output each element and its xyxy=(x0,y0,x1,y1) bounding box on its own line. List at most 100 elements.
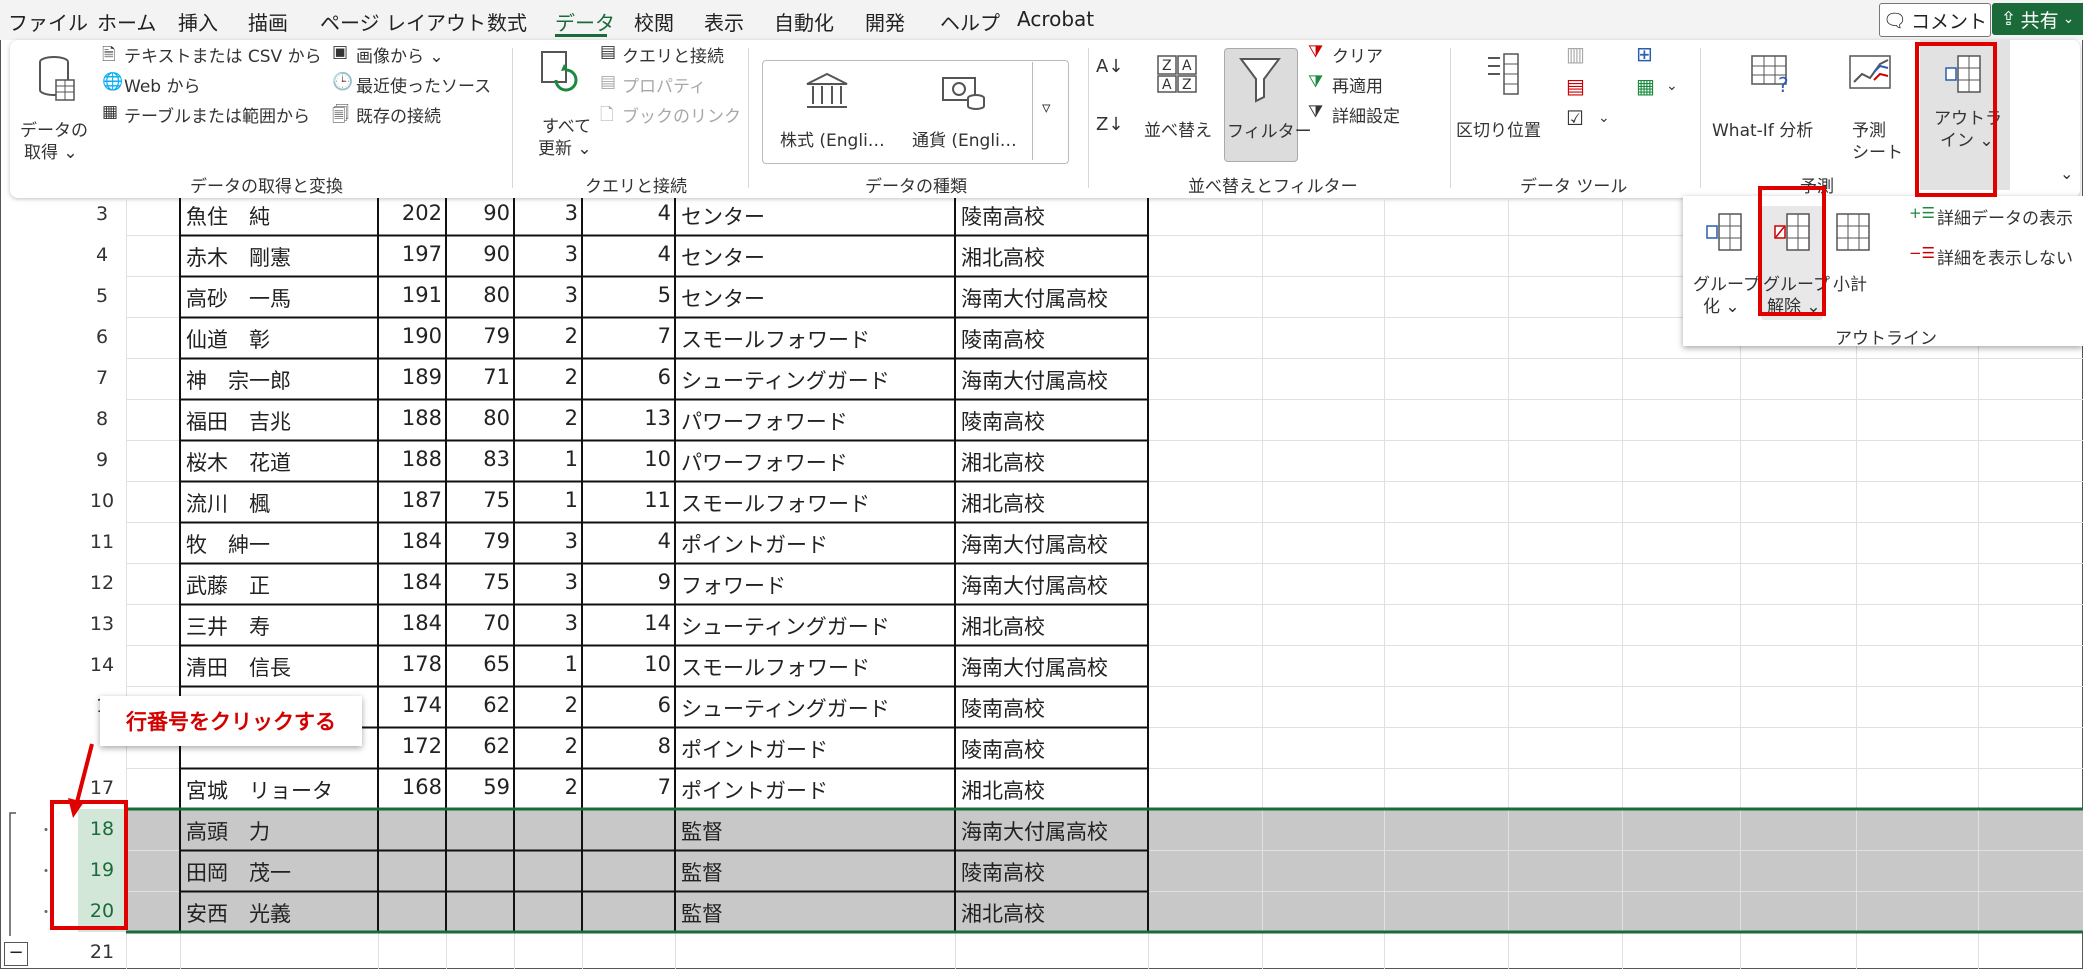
row-header[interactable]: 10 xyxy=(78,490,126,512)
cell-school[interactable]: 海南大付属高校 xyxy=(955,652,1148,682)
cell-g[interactable]: 2 xyxy=(514,775,582,805)
cell-n[interactable]: 11 xyxy=(582,488,675,518)
cell-w[interactable]: 71 xyxy=(446,365,514,395)
cell-name[interactable]: 神 宗一郎 xyxy=(180,365,378,395)
cell-pos[interactable]: フォワード xyxy=(675,570,955,600)
cell-w[interactable]: 79 xyxy=(446,529,514,559)
cell-w[interactable]: 80 xyxy=(446,283,514,313)
cell-school[interactable]: 湘北高校 xyxy=(955,488,1148,518)
menu-11[interactable]: ヘルプ xyxy=(940,7,1000,36)
row-header[interactable]: 13 xyxy=(78,613,126,635)
row-header[interactable]: 5 xyxy=(78,285,126,307)
cell-school[interactable]: 海南大付属高校 xyxy=(955,816,1148,846)
cell-w[interactable] xyxy=(446,857,514,887)
cell-n[interactable]: 6 xyxy=(582,365,675,395)
cell-g[interactable] xyxy=(514,857,582,887)
cell-n[interactable]: 14 xyxy=(582,611,675,641)
cell-w[interactable] xyxy=(446,939,514,969)
cell-g[interactable]: 3 xyxy=(514,201,582,231)
cell-g[interactable]: 1 xyxy=(514,652,582,682)
cell-name[interactable]: 流川 楓 xyxy=(180,488,378,518)
cell-name[interactable]: 赤木 剛憲 xyxy=(180,242,378,272)
row-header[interactable]: 9 xyxy=(78,449,126,471)
cell-pos[interactable]: センター xyxy=(675,242,955,272)
cell-h[interactable]: 178 xyxy=(378,652,446,682)
cell-n[interactable] xyxy=(582,857,675,887)
cell-g[interactable]: 3 xyxy=(514,283,582,313)
row-header[interactable]: 3 xyxy=(78,203,126,225)
cell-n[interactable]: 9 xyxy=(582,570,675,600)
cell-w[interactable]: 83 xyxy=(446,447,514,477)
cell-pos[interactable]: スモールフォワード xyxy=(675,652,955,682)
cell-n[interactable]: 7 xyxy=(582,324,675,354)
menu-3[interactable]: 描画 xyxy=(248,7,288,36)
cell-h[interactable]: 190 xyxy=(378,324,446,354)
row-header[interactable]: 12 xyxy=(78,572,126,594)
cell-g[interactable]: 3 xyxy=(514,242,582,272)
cell-w[interactable]: 70 xyxy=(446,611,514,641)
cell-n[interactable] xyxy=(582,898,675,928)
menu-9[interactable]: 自動化 xyxy=(774,7,834,36)
cell-name[interactable]: 宮城 リョータ xyxy=(180,775,378,805)
cell-g[interactable]: 3 xyxy=(514,570,582,600)
cell-n[interactable]: 6 xyxy=(582,693,675,723)
cell-name[interactable]: 高砂 一馬 xyxy=(180,283,378,313)
cell-h[interactable]: 184 xyxy=(378,570,446,600)
row-header[interactable]: 6 xyxy=(78,326,126,348)
cell-school[interactable]: 湘北高校 xyxy=(955,447,1148,477)
cell-h[interactable]: 191 xyxy=(378,283,446,313)
menu-12[interactable]: Acrobat xyxy=(1017,7,1094,31)
cell-h[interactable]: 168 xyxy=(378,775,446,805)
cell-w[interactable]: 75 xyxy=(446,488,514,518)
menu-2[interactable]: 挿入 xyxy=(178,7,218,36)
cell-name[interactable]: 高頭 力 xyxy=(180,816,378,846)
cell-pos[interactable]: シューティングガード xyxy=(675,693,955,723)
stocks-button[interactable]: 株式 (Engli… xyxy=(772,70,892,154)
cell-g[interactable]: 1 xyxy=(514,447,582,477)
cell-n[interactable]: 5 xyxy=(582,283,675,313)
cell-pos[interactable]: パワーフォワード xyxy=(675,447,955,477)
cell-pos[interactable]: パワーフォワード xyxy=(675,406,955,436)
cell-school[interactable]: 海南大付属高校 xyxy=(955,570,1148,600)
data-types-expand-button[interactable]: ▿ xyxy=(1032,62,1065,160)
cell-h[interactable] xyxy=(378,857,446,887)
group-button[interactable]: グループ 化 ⌄ xyxy=(1693,208,1760,318)
cell-school[interactable]: 陵南高校 xyxy=(955,406,1148,436)
cell-pos[interactable]: スモールフォワード xyxy=(675,488,955,518)
refresh-all-button[interactable]: すべて 更新 ⌄ xyxy=(528,50,592,160)
comment-button[interactable]: 🗨 コメント xyxy=(1879,3,1991,37)
row-header[interactable]: 7 xyxy=(78,367,126,389)
filter-button[interactable]: フィルター xyxy=(1224,48,1312,162)
cell-w[interactable]: 65 xyxy=(446,652,514,682)
menu-7[interactable]: 校閲 xyxy=(634,7,674,36)
cell-name[interactable]: 武藤 正 xyxy=(180,570,378,600)
cell-n[interactable]: 13 xyxy=(582,406,675,436)
cell-pos[interactable]: 監督 xyxy=(675,857,955,887)
cell-name[interactable]: 清田 信長 xyxy=(180,652,378,682)
cell-name[interactable]: 田岡 茂一 xyxy=(180,857,378,887)
menu-8[interactable]: 表示 xyxy=(704,7,744,36)
cell-g[interactable]: 2 xyxy=(514,365,582,395)
cell-h[interactable]: 197 xyxy=(378,242,446,272)
cell-h[interactable] xyxy=(378,898,446,928)
menu-6[interactable]: データ xyxy=(555,7,615,36)
row-header[interactable]: 8 xyxy=(78,408,126,430)
cell-name[interactable]: 牧 紳一 xyxy=(180,529,378,559)
cell-pos[interactable]: 監督 xyxy=(675,816,955,846)
cell-w[interactable]: 75 xyxy=(446,570,514,600)
cell-pos[interactable]: シューティングガード xyxy=(675,611,955,641)
cell-pos[interactable]: センター xyxy=(675,283,955,313)
sort-descending-button[interactable]: Z↓ xyxy=(1096,112,1130,146)
cell-pos[interactable]: シューティングガード xyxy=(675,365,955,395)
cell-h[interactable] xyxy=(378,939,446,969)
cell-school[interactable]: 海南大付属高校 xyxy=(955,529,1148,559)
cell-school[interactable]: 海南大付属高校 xyxy=(955,283,1148,313)
get-data-button[interactable]: データの 取得 ⌄ xyxy=(18,50,88,163)
cell-n[interactable]: 4 xyxy=(582,242,675,272)
cell-pos[interactable] xyxy=(675,939,955,969)
cell-g[interactable]: 2 xyxy=(514,693,582,723)
cell-h[interactable]: 174 xyxy=(378,693,446,723)
what-if-button[interactable]: ? What-If 分析 xyxy=(1710,50,1830,160)
cell-school[interactable]: 陵南高校 xyxy=(955,201,1148,231)
cell-n[interactable]: 10 xyxy=(582,447,675,477)
